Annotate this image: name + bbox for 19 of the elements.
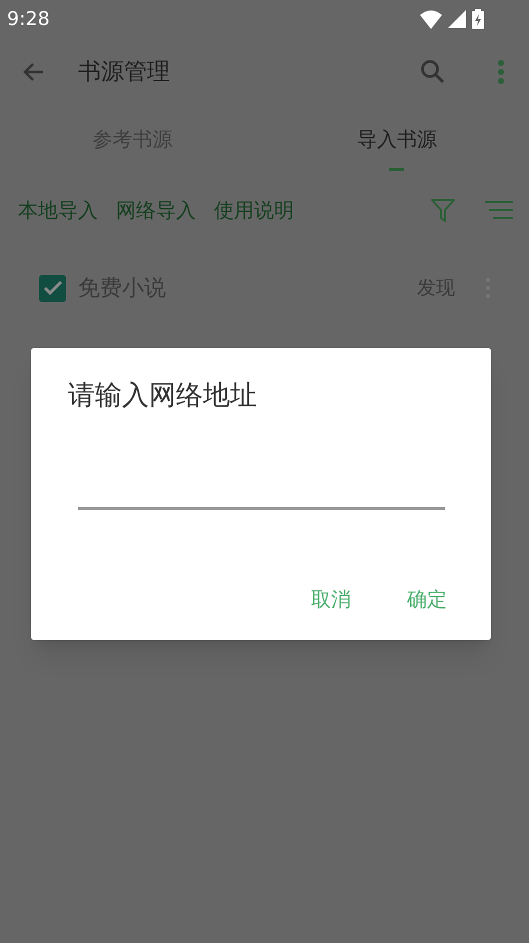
filter-icon[interactable] <box>430 197 456 223</box>
checkbox[interactable] <box>39 274 66 302</box>
wifi-icon <box>420 10 442 28</box>
signal-icon <box>448 10 466 28</box>
dialog-title: 请输入网络地址 <box>68 379 257 413</box>
sort-icon[interactable] <box>485 200 513 220</box>
dialog-button[interactable]: 确定 <box>407 584 447 614</box>
search-icon[interactable] <box>420 59 446 85</box>
back-icon[interactable] <box>22 62 44 82</box>
check-icon <box>42 280 62 296</box>
action-link[interactable]: 本地导入 <box>18 195 98 225</box>
toolbar-title: 书源管理 <box>78 58 171 87</box>
more-icon[interactable] <box>497 60 505 84</box>
tab[interactable]: 导入书源 <box>264 106 529 182</box>
action-link[interactable]: 使用说明 <box>214 195 294 225</box>
action-link[interactable]: 网络导入 <box>116 195 196 225</box>
status-time: 9:28 <box>7 6 50 32</box>
battery-icon <box>472 9 484 29</box>
dialog-button[interactable]: 取消 <box>311 584 351 614</box>
